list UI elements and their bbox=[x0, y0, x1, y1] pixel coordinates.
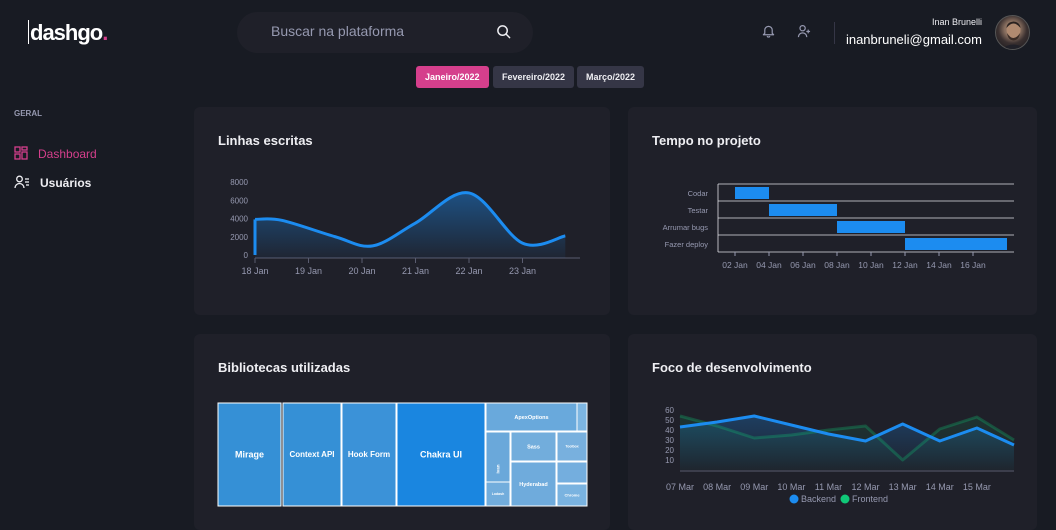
gantt-category-label: Arrumar bugs bbox=[663, 223, 709, 232]
y-tick-label: 50 bbox=[665, 416, 674, 425]
user-plus-icon[interactable] bbox=[797, 24, 811, 43]
month-tabs: Janeiro/2022 Fevereiro/2022 Março/2022 bbox=[0, 66, 1056, 88]
x-tick-label: 16 Jan bbox=[960, 260, 986, 270]
x-tick-label: 07 Mar bbox=[666, 482, 694, 492]
x-tick-label: 21 Jan bbox=[402, 266, 429, 276]
x-tick-label: 14 Mar bbox=[926, 482, 954, 492]
gantt-bar bbox=[837, 221, 905, 233]
treemap-label: ApexOptions bbox=[514, 415, 548, 421]
card-tempo-projeto: Tempo no projeto Codar Testar Arrumar bugs… bbox=[628, 107, 1037, 315]
y-tick-label: 6000 bbox=[230, 196, 248, 205]
x-tick-label: 18 Jan bbox=[241, 266, 268, 276]
treemap-cell bbox=[556, 461, 588, 484]
x-tick-label: 19 Jan bbox=[295, 266, 322, 276]
gantt-chart: Codar Testar Arrumar bugs Fazer deploy 02 Ja… bbox=[663, 183, 1014, 270]
users-icon bbox=[14, 175, 30, 192]
logo[interactable]: dashgo. bbox=[28, 20, 108, 46]
gantt-bar bbox=[735, 187, 769, 199]
dashboard-icon bbox=[14, 145, 28, 163]
sidebar-item-label: Usuários bbox=[40, 176, 92, 190]
x-tick-label: 04 Jan bbox=[756, 260, 782, 270]
treemap-label: Hook Form bbox=[348, 450, 390, 459]
x-tick-label: 08 Mar bbox=[703, 482, 731, 492]
treemap-label: Chakra UI bbox=[420, 450, 462, 460]
logo-dot: . bbox=[102, 20, 108, 45]
x-tick-label: 10 Jan bbox=[858, 260, 884, 270]
y-tick-label: 0 bbox=[244, 251, 249, 260]
x-tick-label: 23 Jan bbox=[509, 266, 536, 276]
x-tick-label: 12 Jan bbox=[892, 260, 918, 270]
x-tick-label: 14 Jan bbox=[926, 260, 952, 270]
gantt-category-label: Fazer deploy bbox=[665, 240, 709, 249]
x-tick-label: 11 Mar bbox=[815, 482, 842, 492]
logo-text: dashgo bbox=[30, 20, 103, 45]
y-tick-label: 2000 bbox=[230, 233, 248, 242]
sidebar-item-label: Dashboard bbox=[38, 147, 97, 161]
lines-chart: 0 2000 4000 6000 8000 18 Jan 19 Jan 20 Jan 21 Ja… bbox=[230, 178, 580, 276]
card-foco-desenvolvimento: Foco de desenvolvimento 10 20 30 40 50 60 07 M… bbox=[628, 334, 1037, 530]
treemap-chart: Mirage Context API Hook Form Chakra UI ApexO… bbox=[217, 402, 588, 507]
user-email: inanbruneli@gmail.com bbox=[845, 32, 982, 47]
y-tick-label: 10 bbox=[665, 456, 674, 465]
legend-label: Frontend bbox=[852, 494, 888, 504]
treemap-label: Sass bbox=[527, 444, 540, 450]
sidebar-item-usuarios[interactable]: Usuários bbox=[14, 175, 91, 191]
tab-fevereiro[interactable]: Fevereiro/2022 bbox=[493, 66, 575, 88]
treemap-cell bbox=[576, 402, 588, 432]
x-tick-label: 10 Mar bbox=[777, 482, 805, 492]
x-tick-label: 22 Jan bbox=[455, 266, 482, 276]
x-tick-label: 08 Jan bbox=[824, 260, 850, 270]
x-tick-label: 15 Mar bbox=[963, 482, 991, 492]
treemap-label: Chrome bbox=[564, 492, 580, 497]
treemap-label: Lodash bbox=[492, 492, 504, 496]
gantt-bar bbox=[905, 238, 1007, 250]
top-header: dashgo. Inan Brunelli inanbruneli@gmail.… bbox=[0, 0, 1056, 64]
y-tick-label: 30 bbox=[665, 436, 674, 445]
legend-marker bbox=[840, 494, 850, 504]
y-tick-label: 40 bbox=[665, 426, 674, 435]
treemap-label: Ivan bbox=[496, 464, 501, 473]
gantt-category-label: Codar bbox=[688, 189, 709, 198]
legend-marker bbox=[789, 494, 799, 504]
x-tick-label: 02 Jan bbox=[722, 260, 748, 270]
y-tick-label: 8000 bbox=[230, 178, 248, 187]
user-name: Inan Brunelli bbox=[931, 17, 982, 27]
search-icon[interactable] bbox=[496, 24, 511, 44]
search-input[interactable] bbox=[271, 23, 491, 39]
gantt-bar bbox=[769, 204, 837, 216]
text-cursor bbox=[28, 20, 29, 44]
treemap-label: Toolbox bbox=[565, 445, 578, 449]
y-tick-label: 20 bbox=[665, 446, 674, 455]
treemap-label: Hyderabad bbox=[519, 482, 547, 488]
legend-label: Backend bbox=[801, 494, 836, 504]
bell-icon[interactable] bbox=[762, 24, 775, 43]
search-bar[interactable] bbox=[237, 12, 533, 53]
x-tick-label: 06 Jan bbox=[790, 260, 816, 270]
treemap-label: Context API bbox=[289, 450, 334, 459]
x-tick-label: 12 Mar bbox=[852, 482, 880, 492]
tab-janeiro[interactable]: Janeiro/2022 bbox=[416, 66, 489, 88]
header-divider bbox=[834, 22, 835, 44]
x-tick-label: 13 Mar bbox=[889, 482, 917, 492]
sidebar-section-title: GERAL bbox=[14, 109, 42, 118]
y-tick-label: 60 bbox=[665, 406, 674, 415]
x-tick-label: 20 Jan bbox=[348, 266, 375, 276]
tab-marco[interactable]: Março/2022 bbox=[577, 66, 645, 88]
sidebar-item-dashboard[interactable]: Dashboard bbox=[14, 145, 97, 163]
gantt-category-label: Testar bbox=[688, 206, 709, 215]
avatar[interactable] bbox=[995, 15, 1030, 50]
focus-chart: 102030405060 07 Mar 08 Mar 09 Mar 10 Mar 11 M… bbox=[665, 406, 1015, 504]
card-linhas-escritas: Linhas escritas 0 2000 4000 6000 8000 18 Jan 1… bbox=[194, 107, 610, 315]
x-tick-label: 09 Mar bbox=[740, 482, 768, 492]
y-tick-label: 4000 bbox=[230, 215, 248, 224]
card-bibliotecas: Bibliotecas utilizadas Mirage Context API… bbox=[194, 334, 610, 530]
treemap-label: Mirage bbox=[235, 450, 264, 460]
